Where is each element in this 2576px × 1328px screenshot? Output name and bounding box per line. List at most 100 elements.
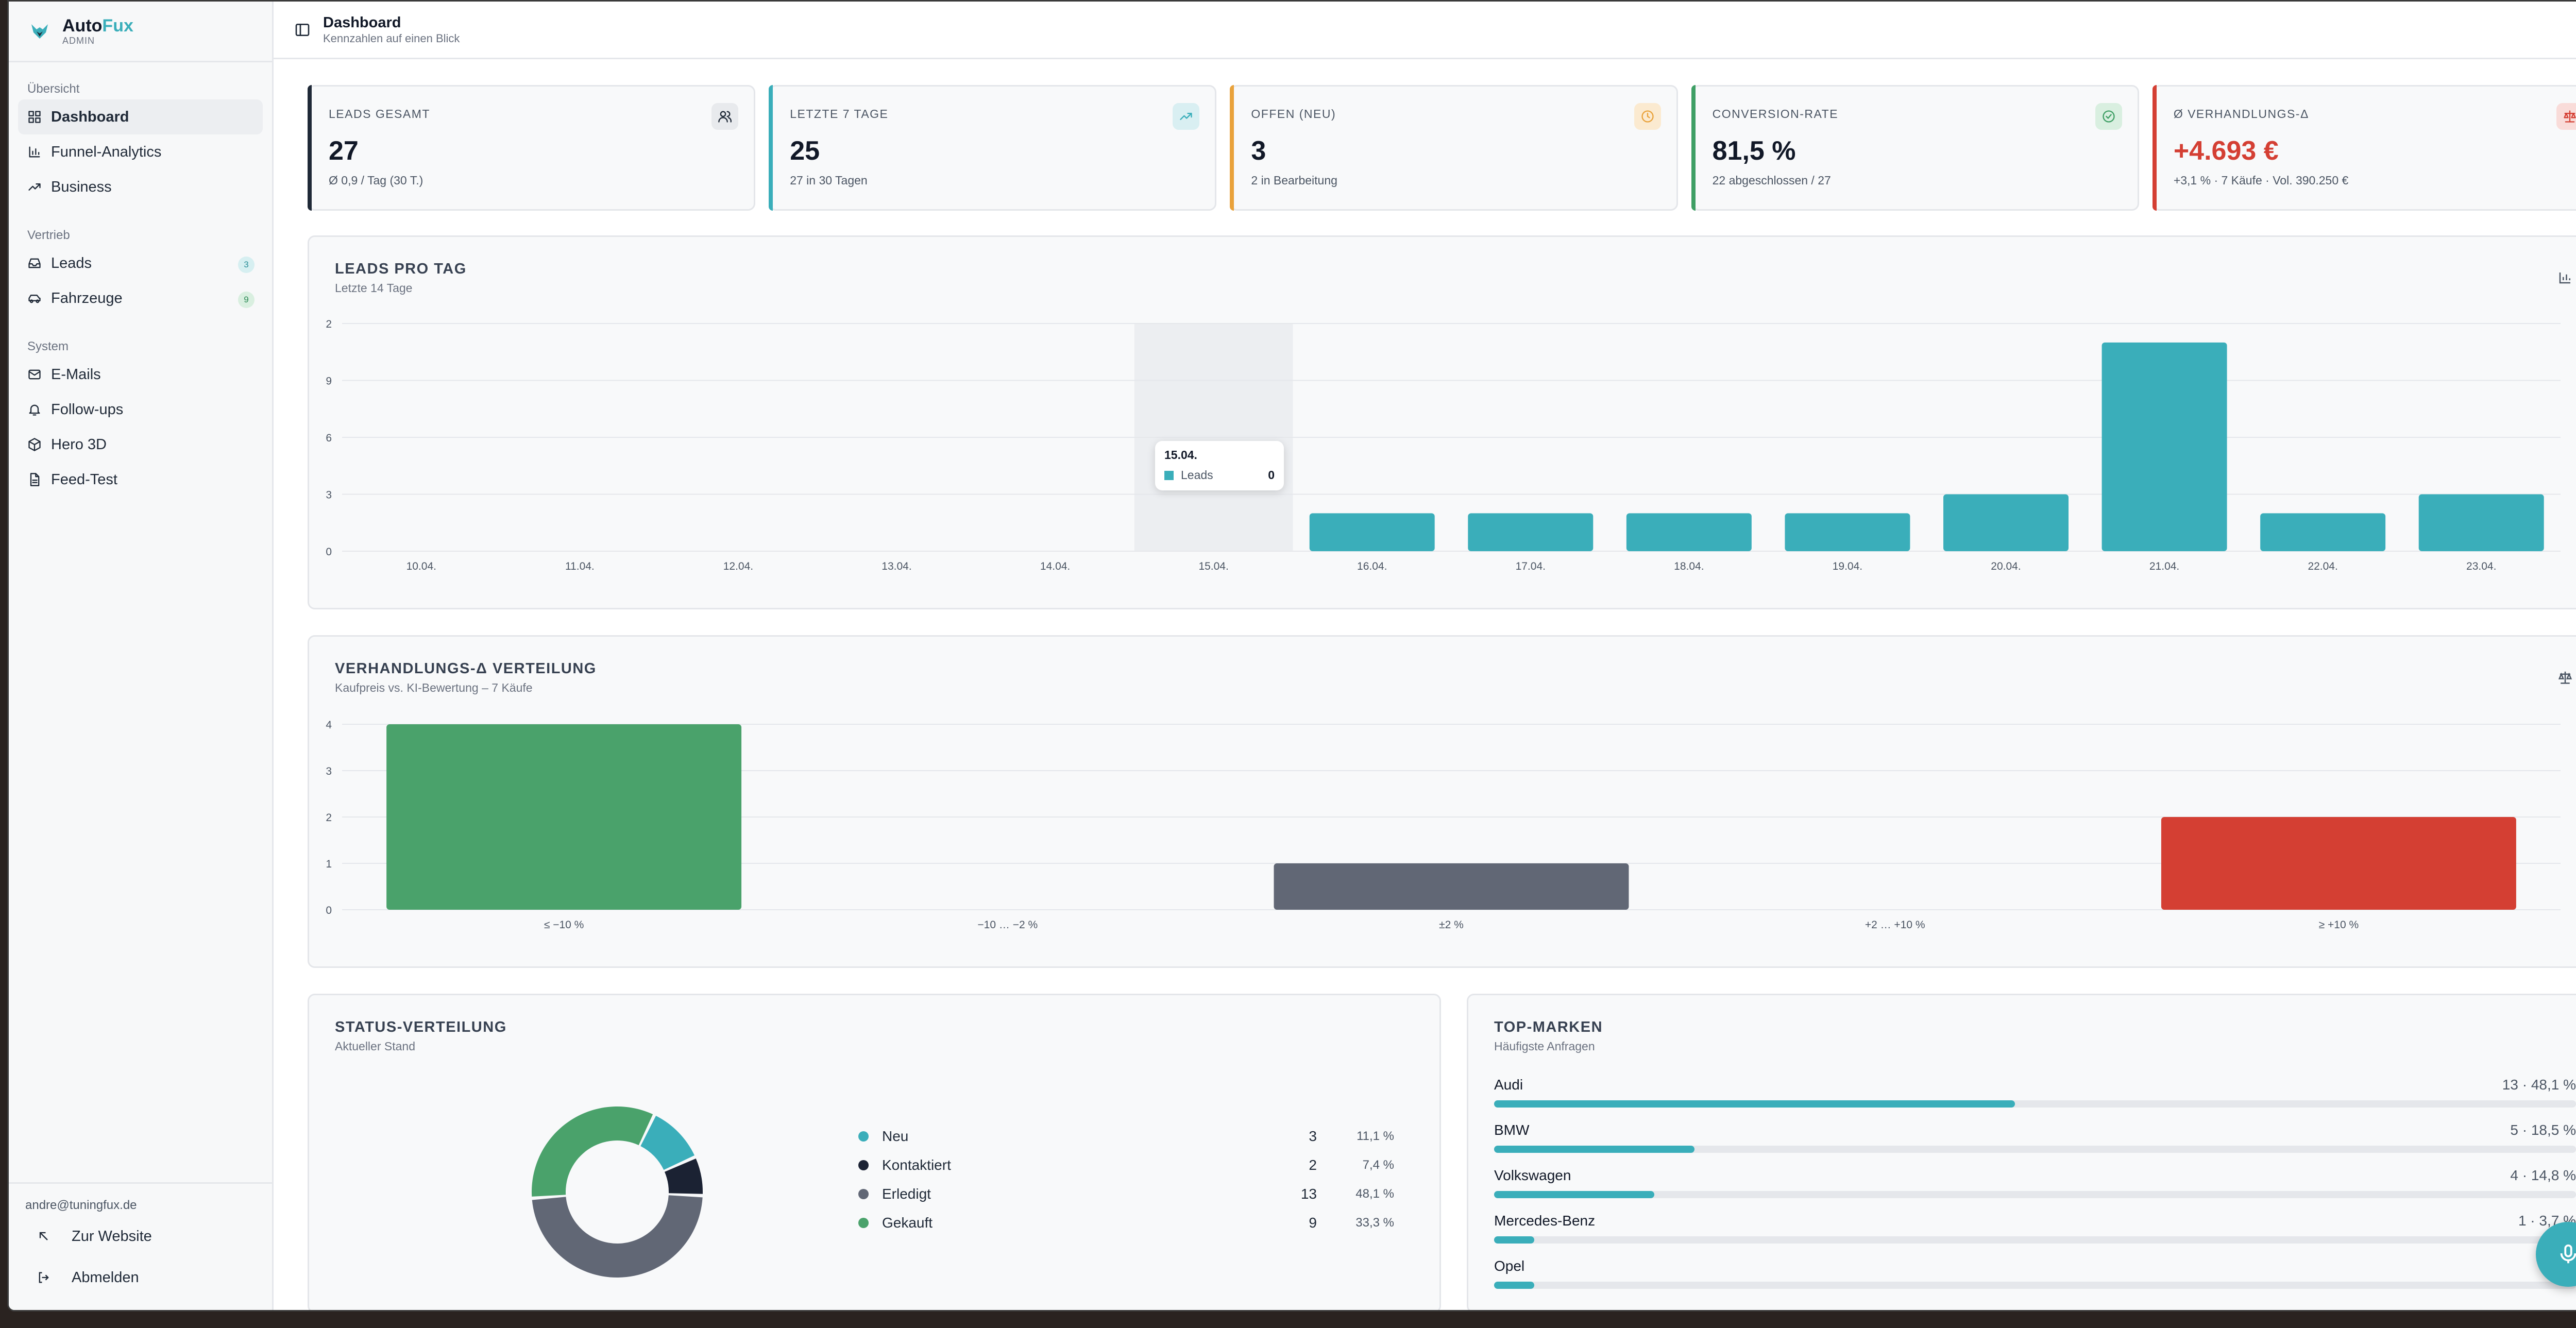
x-tick-label: ≤ −10 % <box>544 919 584 931</box>
x-tick-label: 17.04. <box>1516 560 1546 572</box>
sidebar-item-follow-ups[interactable]: Follow-ups <box>18 392 263 427</box>
legend-label: Kontaktiert <box>882 1157 951 1173</box>
clock-icon <box>1641 110 1654 123</box>
kpi-subtext: 27 in 30 Tagen <box>790 174 868 187</box>
x-tick-label: 22.04. <box>2308 560 2337 572</box>
tooltip-swatch <box>1164 470 1174 480</box>
leads-per-day-card: LEADS PRO TAG Letzte 14 Tage 0 3 6 9 2 10.04.… <box>308 235 2576 609</box>
legend-count: 2 <box>1309 1157 1317 1173</box>
sidebar-item-feed-test[interactable]: Feed-Test <box>18 462 263 497</box>
sidebar-item-label: Fahrzeuge <box>51 290 123 307</box>
sidebar-item-funnel-analytics[interactable]: Funnel-Analytics <box>18 134 263 169</box>
bar-19.04.[interactable] <box>1785 513 1910 551</box>
brand-bar-track <box>1494 1282 2576 1289</box>
sidebar-item-label: Business <box>51 178 112 195</box>
bar-16.04.[interactable] <box>1309 513 1435 551</box>
kpi-label: LETZTE 7 TAGE <box>790 107 889 121</box>
donut-slice-erledigt[interactable] <box>532 1195 703 1278</box>
inbox-icon <box>28 258 41 268</box>
kpi-value: 27 <box>329 136 359 166</box>
cube-icon <box>28 438 41 451</box>
brand-row[interactable]: Volkswagen 4 · 14,8 % <box>1494 1167 2576 1213</box>
donut-slice-neu[interactable] <box>640 1115 694 1170</box>
bar-chart-icon <box>29 146 40 158</box>
brand[interactable]: AutoFux ADMIN <box>9 2 272 62</box>
logout-button[interactable]: Abmelden <box>9 1257 272 1298</box>
kpi-card: LEADS GESAMT 27 Ø 0,9 / Tag (30 T.) <box>308 85 756 211</box>
x-tick-label: ±2 % <box>1439 919 1464 931</box>
status-donut-chart <box>532 1106 703 1278</box>
x-tick-label: 13.04. <box>882 560 911 572</box>
sidebar-toggle-icon[interactable] <box>294 22 311 38</box>
legend-percent: 48,1 % <box>1355 1187 1394 1201</box>
legend-dot <box>858 1131 869 1142</box>
mail-icon <box>28 369 41 380</box>
kpi-card: CONVERSION-RATE 81,5 % 22 abgeschlossen / … <box>1691 85 2139 211</box>
delta-bar[interactable] <box>1274 863 1629 910</box>
sidebar-item-hero-3d[interactable]: Hero 3D <box>18 427 263 462</box>
brand-row[interactable]: BMW 5 · 18,5 % <box>1494 1122 2576 1167</box>
kpi-card: LETZTE 7 TAGE 25 27 in 30 Tagen <box>769 85 1217 211</box>
x-tick-label: 11.04. <box>565 560 595 572</box>
fox-logo-icon <box>31 24 48 39</box>
brand-bar-fill <box>1494 1146 1694 1153</box>
status-card-title: STATUS-VERTEILUNG <box>335 1019 507 1035</box>
delta-bar[interactable] <box>386 724 742 910</box>
bar-17.04.[interactable] <box>1468 513 1594 551</box>
y-tick-label: 2 <box>326 318 332 330</box>
bar-21.04.[interactable] <box>2102 342 2227 551</box>
website-link[interactable]: Zur Website <box>9 1216 272 1257</box>
y-tick-label: 2 <box>326 812 332 824</box>
bar-22.04.[interactable] <box>2260 513 2386 551</box>
legend-item: Gekauft 9 33,3 % <box>858 1215 1394 1231</box>
legend-item: Erledigt 13 48,1 % <box>858 1186 1394 1202</box>
sidebar-item-e-mails[interactable]: E-Mails <box>18 357 263 392</box>
brand-value: 5 · 18,5 % <box>2510 1122 2576 1138</box>
brand-bar-fill <box>1494 1236 1534 1244</box>
delta-bar-chart: 0 1 2 3 4 ≤ −10 % −10 … −2 % ±2 % +2 … +10 % ≥ +1… <box>326 719 2561 931</box>
brand-bar-fill <box>1494 1100 2015 1108</box>
tooltip-date: 15.04. <box>1164 448 1197 462</box>
sidebar-item-dashboard[interactable]: Dashboard <box>18 99 263 134</box>
kpi-row: LEADS GESAMT 27 Ø 0,9 / Tag (30 T.) LETZTE … <box>308 85 2576 211</box>
bar-18.04.[interactable] <box>1626 513 1752 551</box>
y-tick-label: 9 <box>326 376 332 387</box>
trending-up-icon <box>28 183 41 191</box>
brand-row[interactable]: Opel1 · 3 <box>1494 1258 2576 1303</box>
sidebar-item-leads[interactable]: Leads 3 <box>18 246 263 281</box>
legend-item: Neu 3 11,1 % <box>858 1128 1394 1145</box>
donut-slice-gekauft[interactable] <box>532 1106 653 1197</box>
dashboard-content: LEADS GESAMT 27 Ø 0,9 / Tag (30 T.) LETZTE … <box>308 85 2576 1310</box>
scale-icon <box>2564 110 2576 123</box>
sidebar-item-fahrzeuge[interactable]: Fahrzeuge 9 <box>18 281 263 316</box>
brand-row[interactable]: Audi 13 · 48,1 % <box>1494 1077 2576 1122</box>
x-tick-label: 21.04. <box>2149 560 2179 572</box>
bar-23.04.[interactable] <box>2418 494 2544 552</box>
sidebar-item-business[interactable]: Business <box>18 169 263 205</box>
file-icon <box>30 473 40 486</box>
website-link-label: Zur Website <box>72 1228 152 1245</box>
legend-item: Kontaktiert 2 7,4 % <box>858 1157 1394 1173</box>
sidebar-item-label: E-Mails <box>51 366 101 383</box>
section-label: Übersicht <box>27 82 80 96</box>
brand-value: 4 · 14,8 % <box>2510 1167 2576 1183</box>
trending-up-icon <box>1180 113 1193 120</box>
brand-name: BMW <box>1494 1122 1530 1138</box>
user-email: andre@tuningfux.de <box>25 1198 137 1212</box>
tooltip-series: Leads <box>1181 468 1213 482</box>
section-label: Vertrieb <box>27 228 70 242</box>
kpi-label: OFFEN (NEU) <box>1251 107 1336 121</box>
kpi-value: 3 <box>1251 136 1266 166</box>
kpi-label: CONVERSION-RATE <box>1712 107 1839 121</box>
brand-name: AutoFux <box>62 15 133 36</box>
negotiation-delta-card: VERHANDLUNGS-Δ VERTEILUNG Kaufpreis vs. … <box>308 635 2576 968</box>
brand-row[interactable]: Mercedes-Benz 1 · 3,7 % <box>1494 1213 2576 1258</box>
brand-bar-track <box>1494 1146 2576 1153</box>
bar-20.04.[interactable] <box>1943 494 2069 552</box>
delta-bar[interactable] <box>2161 817 2516 910</box>
sidebar-item-label: Hero 3D <box>51 436 107 453</box>
brand-bar-track <box>1494 1191 2576 1198</box>
legend-label: Neu <box>882 1128 909 1144</box>
brand-value: 13 · 48,1 % <box>2502 1077 2576 1093</box>
arrow-up-left-icon <box>39 1232 48 1240</box>
